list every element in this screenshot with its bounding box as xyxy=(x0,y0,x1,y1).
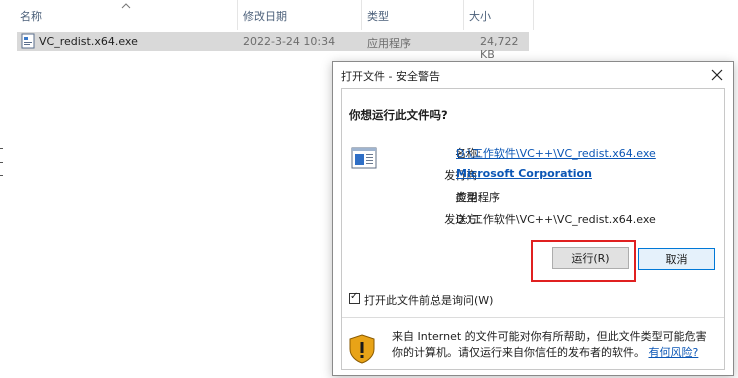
dialog-title: 打开文件 - 安全警告 xyxy=(341,70,440,83)
column-separator[interactable] xyxy=(463,0,464,30)
file-row[interactable]: VC_redist.x64.exe 2022-3-24 10:34 应用程序 2… xyxy=(17,32,529,61)
dialog-content-panel: 你想运行此文件吗? 名称: D:\工作软件\VC++\VC_redist.x64… xyxy=(341,88,725,370)
installer-file-icon xyxy=(21,33,35,49)
column-header-type[interactable]: 类型 xyxy=(367,8,389,24)
file-size: 24,722 KB xyxy=(480,35,519,61)
always-ask-label: 打开此文件前总是询问(W) xyxy=(364,294,494,307)
annotation-highlight-box xyxy=(531,240,636,282)
application-icon xyxy=(351,147,377,169)
risk-link[interactable]: 有何风险? xyxy=(649,346,699,359)
warning-message: 来自 Internet 的文件可能对你有所帮助，但此文件类型可能危害你的计算机。… xyxy=(392,329,712,361)
column-separator[interactable] xyxy=(361,0,362,30)
security-warning-dialog: 打开文件 - 安全警告 你想运行此文件吗? 名称: D:\工作软件\VC++\V… xyxy=(332,61,734,376)
column-header-size[interactable]: 大小 xyxy=(469,8,491,24)
file-list-header: 名称 修改日期 类型 大小 xyxy=(0,0,538,30)
cancel-button[interactable]: 取消 xyxy=(638,248,715,270)
file-type: 应用程序 xyxy=(367,37,411,50)
edge-artifact xyxy=(0,148,3,149)
file-modified: 2022-3-24 10:34 xyxy=(243,35,336,48)
always-ask-checkbox[interactable]: ✓ xyxy=(349,291,360,304)
edge-artifact xyxy=(0,162,3,163)
column-separator[interactable] xyxy=(237,0,238,30)
file-name: VC_redist.x64.exe xyxy=(39,35,138,48)
column-header-name[interactable]: 名称 xyxy=(20,8,42,24)
sort-ascending-icon xyxy=(121,3,131,9)
column-separator[interactable] xyxy=(533,0,534,30)
type-value: 应用程序 xyxy=(456,191,500,204)
publisher-link[interactable]: Microsoft Corporation xyxy=(456,167,592,180)
from-value: D:\工作软件\VC++\VC_redist.x64.exe xyxy=(456,213,656,226)
shield-warning-icon xyxy=(349,334,375,364)
file-path-link[interactable]: D:\工作软件\VC++\VC_redist.x64.exe xyxy=(456,145,656,161)
dialog-question: 你想运行此文件吗? xyxy=(349,108,448,122)
dialog-titlebar[interactable]: 打开文件 - 安全警告 xyxy=(333,62,733,88)
warning-section: 来自 Internet 的文件可能对你有所帮助，但此文件类型可能危害你的计算机。… xyxy=(342,318,724,369)
checkmark-icon: ✓ xyxy=(350,291,359,302)
column-header-modified[interactable]: 修改日期 xyxy=(243,8,287,24)
close-icon[interactable] xyxy=(707,66,727,84)
edge-artifact xyxy=(0,175,3,176)
